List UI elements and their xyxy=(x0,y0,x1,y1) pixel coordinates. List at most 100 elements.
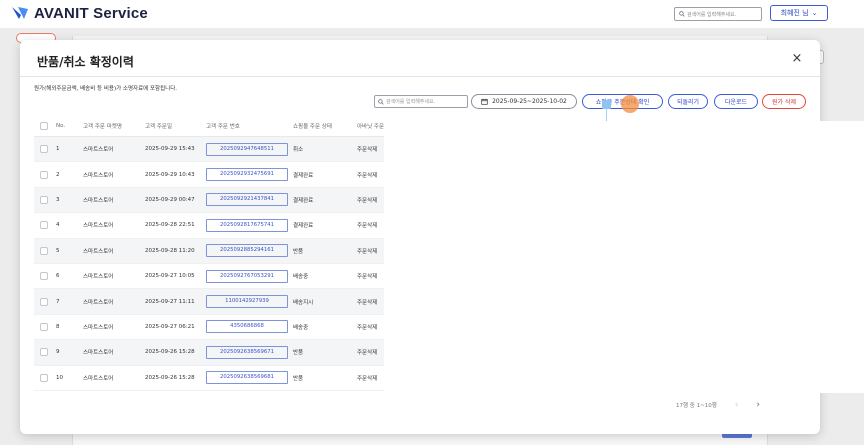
pagination-summary: 17행 중 1~10행 xyxy=(676,403,717,409)
app-logo[interactable]: AVANIT Service xyxy=(10,3,148,23)
date-range-value: 2025-09-25~2025-10-02 xyxy=(492,98,567,105)
order-number-link[interactable]: 2025092767053291 xyxy=(206,269,288,283)
download-button[interactable]: 다운로드 xyxy=(714,94,758,109)
order-number-link[interactable]: 2025092638569681 xyxy=(206,371,288,385)
cell-market: 스마트스토어 xyxy=(83,299,114,306)
date-range-picker[interactable]: 2025-09-25~2025-10-02 xyxy=(471,94,577,109)
cell-mall-status: 배송중 xyxy=(293,274,309,281)
cell-no: 1 xyxy=(56,146,60,153)
cell-no: 4 xyxy=(56,222,60,229)
order-number-link[interactable]: 2025092947648511 xyxy=(206,142,288,156)
table-row[interactable]: 7 스마트스토어 2025-09-27 11:11 1100142927939 배송지시… xyxy=(34,289,390,315)
row-checkbox[interactable] xyxy=(40,145,48,154)
cell-no: 9 xyxy=(56,349,60,356)
cell-order-date: 2025-09-26 15:28 xyxy=(145,374,195,381)
blank-overlay-region xyxy=(384,121,864,393)
row-checkbox[interactable] xyxy=(40,297,48,306)
next-page-button[interactable]: › xyxy=(756,400,760,410)
cell-order-date: 2025-09-27 11:11 xyxy=(145,298,195,305)
app-logo-text: AVANIT Service xyxy=(34,4,148,22)
order-number-link[interactable]: 1100142927939 xyxy=(206,295,288,309)
cell-order-date: 2025-09-26 15:28 xyxy=(145,349,195,356)
row-checkbox[interactable] xyxy=(40,221,48,230)
order-number-link[interactable]: 2025092921437841 xyxy=(206,193,288,207)
cell-market: 스마트스토어 xyxy=(83,350,114,357)
cell-market: 스마트스토어 xyxy=(83,248,114,255)
cell-no: 5 xyxy=(56,247,60,254)
search-icon xyxy=(679,11,685,17)
cell-market: 스마트스토어 xyxy=(83,324,114,331)
table-header: No. 고객 주문 마켓명 고객 주문일 고객 주문 번호 쇼핑몰 주문 상태 … xyxy=(34,115,390,137)
header-order-date: 고객 주문일 xyxy=(145,123,173,130)
row-checkbox[interactable] xyxy=(40,195,48,204)
rollback-button[interactable]: 되돌리기 xyxy=(668,94,708,109)
table-row[interactable]: 8 스마트스토어 2025-09-27 06:21 4350686868 배송중 주문삭제 xyxy=(34,315,390,341)
cell-no: 6 xyxy=(56,273,60,280)
cell-mall-status: 반품 xyxy=(293,350,304,357)
cell-market: 스마트스토어 xyxy=(83,197,114,204)
click-indicator xyxy=(621,95,639,113)
cell-market: 스마트스토어 xyxy=(83,375,114,382)
table-row[interactable]: 9 스마트스토어 2025-09-26 15:28 2025092638569671 반… xyxy=(34,340,390,366)
calendar-icon xyxy=(481,98,488,105)
user-menu-button[interactable]: 최혜진 님 ⌄ xyxy=(770,5,828,21)
table-row[interactable]: 2 스마트스토어 2025-09-29 10:43 2025092932475691 결… xyxy=(34,162,390,188)
cell-mall-status: 결제완료 xyxy=(293,223,314,230)
modal-search-input[interactable]: 검색어를 입력해주세요. xyxy=(374,95,468,108)
search-icon xyxy=(378,98,384,105)
modal-search-placeholder: 검색어를 입력해주세요. xyxy=(386,99,436,105)
header-search-input[interactable]: 검색어를 입력해주세요. xyxy=(674,7,762,21)
table-row[interactable]: 10 스마트스토어 2025-09-26 15:28 2025092638569681… xyxy=(34,366,390,391)
app-header: AVANIT Service 검색어를 입력해주세요. 최혜진 님 ⌄ xyxy=(0,0,864,28)
cell-no: 8 xyxy=(56,323,60,330)
cell-no: 2 xyxy=(56,171,60,178)
history-table: No. 고객 주문 마켓명 고객 주문일 고객 주문 번호 쇼핑몰 주문 상태 … xyxy=(34,115,390,391)
table-body: 1 스마트스토어 2025-09-29 15:43 2025092947648511 취… xyxy=(34,137,390,391)
order-number-link[interactable]: 4350686868 xyxy=(206,320,288,334)
header-order-number: 고객 주문 번호 xyxy=(206,123,240,130)
close-icon[interactable]: × xyxy=(790,52,804,66)
order-number-link[interactable]: 2025092638569671 xyxy=(206,345,288,359)
row-checkbox[interactable] xyxy=(40,246,48,255)
table-row[interactable]: 1 스마트스토어 2025-09-29 15:43 2025092947648511 취… xyxy=(34,137,390,163)
cost-notice-text: 원가(해외주문금액, 배송비 등 비용)가 소명자료에 포함됩니다. xyxy=(34,86,178,92)
cell-order-date: 2025-09-29 10:43 xyxy=(145,171,195,178)
header-market: 고객 주문 마켓명 xyxy=(83,123,122,130)
cursor-trail xyxy=(606,109,607,121)
table-row[interactable]: 4 스마트스토어 2025-09-28 22:51 2025092817675741 결… xyxy=(34,213,390,239)
cell-order-date: 2025-09-27 06:21 xyxy=(145,323,195,330)
cell-mall-status: 반품 xyxy=(293,375,304,382)
delete-cost-button[interactable]: 원가 삭제 xyxy=(762,94,806,109)
table-row[interactable]: 5 스마트스토어 2025-09-28 11:20 2025092885294161 반… xyxy=(34,238,390,264)
header-no: No. xyxy=(56,122,66,129)
table-row[interactable]: 6 스마트스토어 2025-09-27 10:05 2025092767053291 배… xyxy=(34,264,390,290)
cell-mall-status: 배송지시 xyxy=(293,299,314,306)
logo-mark-icon xyxy=(12,7,28,19)
cursor-marker-icon xyxy=(602,100,611,109)
cell-no: 3 xyxy=(56,196,60,203)
cell-mall-status: 결제완료 xyxy=(293,172,314,179)
row-checkbox[interactable] xyxy=(40,322,48,331)
cell-order-date: 2025-09-28 22:51 xyxy=(145,222,195,229)
cell-mall-status: 배송중 xyxy=(293,324,309,331)
order-number-link[interactable]: 2025092932475691 xyxy=(206,168,288,182)
modal-divider xyxy=(20,76,820,77)
row-checkbox[interactable] xyxy=(40,348,48,357)
row-checkbox[interactable] xyxy=(40,373,48,382)
prev-page-button[interactable]: ‹ xyxy=(735,400,739,410)
pagination: 17행 중 1~10행 ‹ › xyxy=(676,400,760,410)
row-checkbox[interactable] xyxy=(40,272,48,281)
order-number-link[interactable]: 2025092817675741 xyxy=(206,218,288,232)
cell-mall-status: 취소 xyxy=(293,147,304,154)
cell-order-date: 2025-09-27 10:05 xyxy=(145,273,195,280)
order-number-link[interactable]: 2025092885294161 xyxy=(206,244,288,258)
table-row[interactable]: 3 스마트스토어 2025-09-29 00:47 2025092921437841 결… xyxy=(34,187,390,214)
select-all-checkbox[interactable] xyxy=(40,121,48,130)
row-checkbox[interactable] xyxy=(40,170,48,179)
modal-title: 반품/취소 확정이력 xyxy=(37,55,134,69)
user-name: 최혜진 님 xyxy=(780,9,809,17)
cell-mall-status: 결제완료 xyxy=(293,197,314,204)
header-mall-status: 쇼핑몰 주문 상태 xyxy=(293,123,332,130)
cell-no: 7 xyxy=(56,298,60,305)
cell-market: 스마트스토어 xyxy=(83,172,114,179)
